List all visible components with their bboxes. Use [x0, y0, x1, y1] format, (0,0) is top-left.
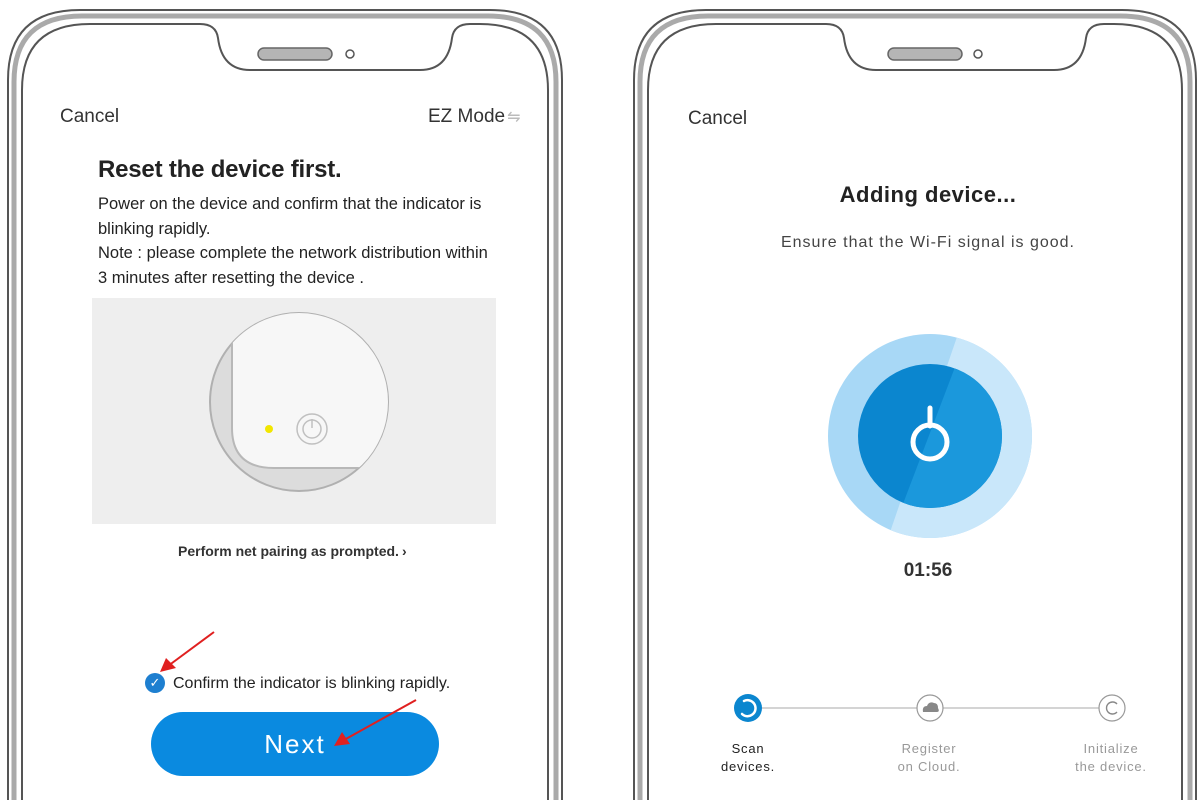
countdown-timer: 01:56 [903, 560, 953, 581]
step-label-line: Register [901, 741, 957, 756]
page-subtitle: Ensure that the Wi-Fi signal is good. [780, 234, 1075, 251]
ez-mode-label: EZ Mode [428, 106, 506, 127]
instruction-line: Power on the device and confirm that the… [98, 195, 482, 213]
step-label-line: on Cloud. [897, 759, 961, 774]
instruction-line: blinking rapidly. [98, 219, 211, 238]
step-scan-devices: Scan devices. [703, 740, 793, 776]
swap-icon: ⇋ [507, 109, 521, 126]
cancel-button[interactable]: Cancel [688, 108, 747, 130]
instruction-line: Note : please complete the network distr… [98, 244, 488, 262]
step-label-line: devices. [720, 759, 776, 774]
page-title: Adding device... [839, 182, 1017, 207]
phone-right: Cancel Adding device... Ensure that the … [626, 0, 1204, 800]
pairing-guide-link[interactable]: Perform net pairing as prompted. › [178, 543, 407, 559]
step-label-line: Initialize [1083, 741, 1139, 756]
cloud-icon [916, 694, 944, 722]
front-camera [345, 49, 355, 59]
step-progress-bar [734, 694, 1126, 722]
step-register-cloud: Register on Cloud. [884, 740, 974, 776]
step-label-line: the device. [1075, 759, 1147, 774]
speaker-grille [257, 47, 333, 61]
device-reset-illustration [209, 312, 389, 492]
speaker-grille [887, 47, 963, 61]
indicator-light [265, 425, 273, 433]
front-camera [973, 49, 983, 59]
page-title: Reset the device first. [98, 156, 342, 183]
device-illustration [92, 298, 496, 524]
phone-left: Cancel EZ Mode ⇋ Reset the device first. … [0, 0, 570, 800]
chevron-right-icon: › [401, 543, 407, 559]
step-initialize-device: Initialize the device. [1066, 740, 1156, 776]
annotation-arrow-icon [334, 699, 417, 746]
step-label-line: Scan [731, 741, 765, 756]
spinner-icon [734, 694, 762, 722]
refresh-icon [1098, 694, 1126, 722]
cancel-button[interactable]: Cancel [60, 106, 119, 128]
instruction-line: 3 minutes after resetting the device . [98, 268, 364, 287]
instruction-text: Power on the device and confirm that the… [98, 192, 518, 290]
annotation-arrow-icon [160, 631, 215, 672]
ez-mode-toggle[interactable]: EZ Mode ⇋ [428, 106, 521, 128]
progress-spinner [828, 334, 1032, 538]
pairing-guide-label: Perform net pairing as prompted. [178, 543, 399, 559]
